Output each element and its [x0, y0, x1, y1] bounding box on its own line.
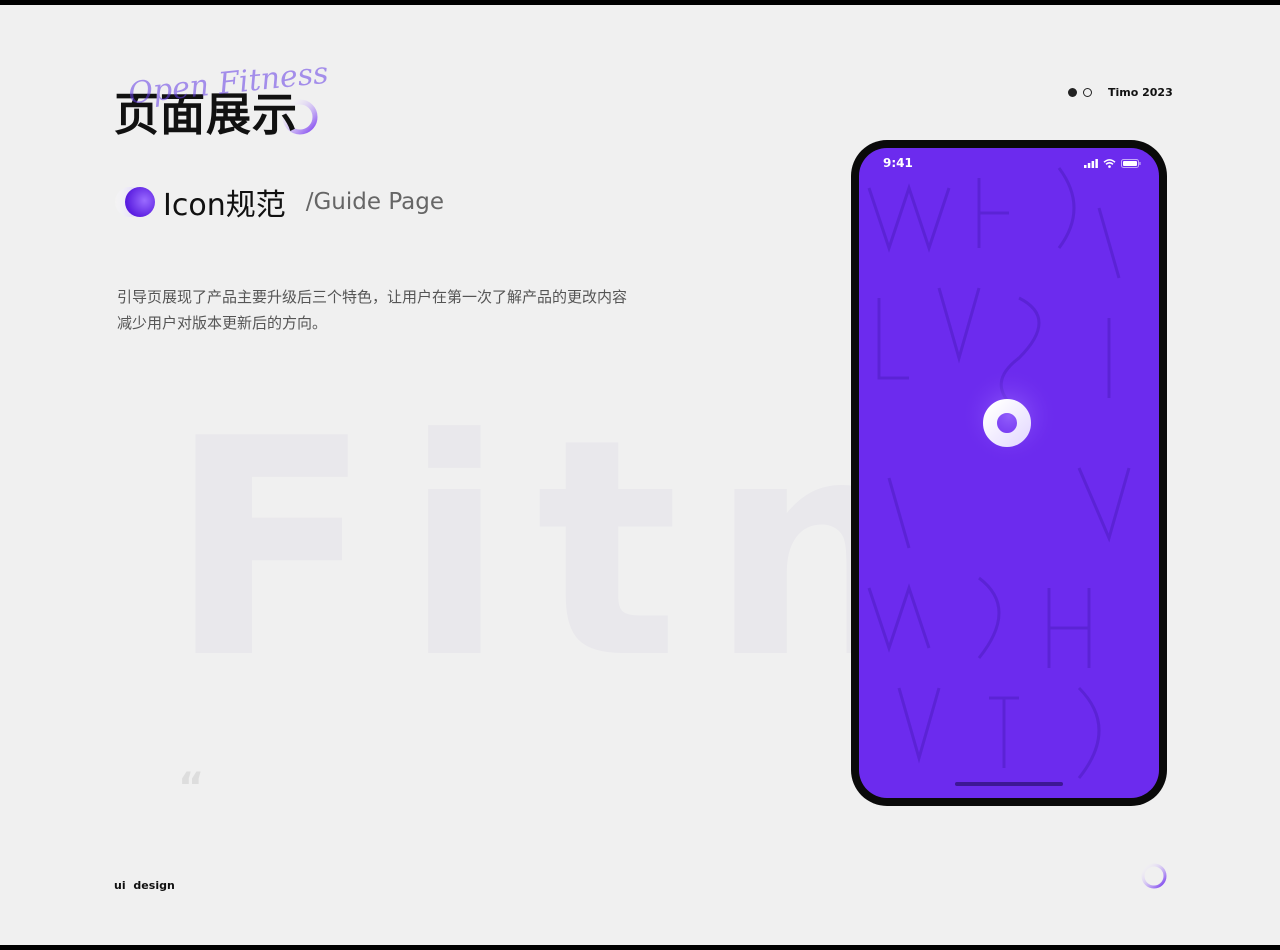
- phone-screen[interactable]: 9:41: [859, 148, 1159, 798]
- section-heading: Icon规范 /Guide Page: [113, 180, 444, 224]
- phone-mockup: 9:41: [851, 140, 1167, 806]
- section-title: Icon规范: [163, 188, 286, 223]
- footer-ring-icon: [1141, 863, 1167, 889]
- quote-mark-icon: “: [178, 765, 205, 811]
- frame-bottom-bar: [0, 945, 1280, 950]
- app-logo-icon[interactable]: [959, 366, 1059, 466]
- screen-pattern: [867, 167, 1131, 779]
- gradient-orb-icon: [115, 187, 155, 217]
- page-dot-inactive[interactable]: [1083, 88, 1092, 97]
- frame-top-bar: [0, 0, 1280, 5]
- brand-indicator: Timo 2023: [1068, 86, 1173, 99]
- description-line-2: 减少用户对版本更新后的方向。: [117, 314, 328, 332]
- footer-label: ui design: [114, 879, 175, 892]
- battery-icon: [1121, 159, 1141, 168]
- status-time: 9:41: [883, 156, 913, 170]
- brand-year-label: Timo 2023: [1108, 86, 1173, 99]
- home-indicator[interactable]: [955, 782, 1063, 786]
- section-subtitle: /Guide Page: [305, 189, 444, 215]
- page-dot-active[interactable]: [1068, 88, 1077, 97]
- wifi-icon: [1103, 159, 1116, 168]
- cellular-signal-icon: [1084, 159, 1098, 168]
- description-text: 引导页展现了产品主要升级后三个特色，让用户在第一次了解产品的更改内容 减少用户对…: [117, 284, 757, 336]
- status-icons: [1084, 159, 1141, 168]
- description-line-1: 引导页展现了产品主要升级后三个特色，让用户在第一次了解产品的更改内容: [117, 288, 628, 306]
